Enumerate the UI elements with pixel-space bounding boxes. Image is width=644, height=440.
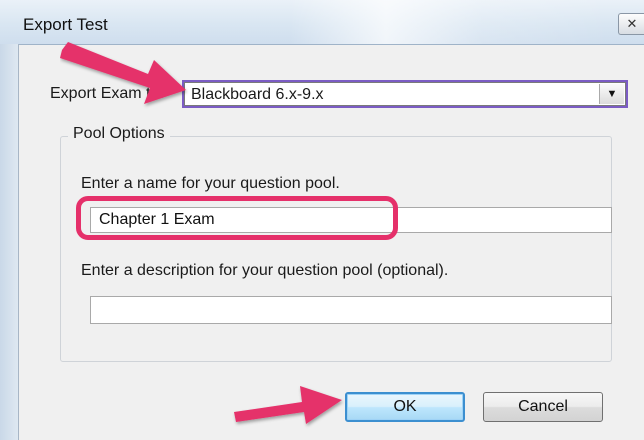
- export-format-value: Blackboard 6.x-9.x: [191, 86, 324, 103]
- pool-name-prompt: Enter a name for your question pool.: [81, 175, 340, 192]
- highlight-box-annotation: [76, 196, 398, 240]
- title-bar-glow: [290, 0, 610, 44]
- cancel-button[interactable]: Cancel: [483, 392, 603, 422]
- window-frame-left: [0, 44, 19, 440]
- close-icon[interactable]: ✕: [618, 13, 644, 35]
- pool-description-input[interactable]: [97, 300, 597, 320]
- pool-options-title: Pool Options: [68, 125, 170, 143]
- pool-description-prompt: Enter a description for your question po…: [81, 262, 449, 279]
- pool-description-field-box: [90, 296, 612, 324]
- pool-options-group: [60, 136, 612, 362]
- chevron-down-icon[interactable]: ▼: [599, 84, 624, 104]
- ok-button[interactable]: OK: [345, 392, 465, 422]
- window-title: Export Test: [23, 15, 108, 34]
- export-exam-label: Export Exam to:: [50, 85, 164, 102]
- title-bar: Export Test ✕: [0, 0, 644, 45]
- export-format-select[interactable]: Blackboard 6.x-9.x ▼: [182, 80, 628, 108]
